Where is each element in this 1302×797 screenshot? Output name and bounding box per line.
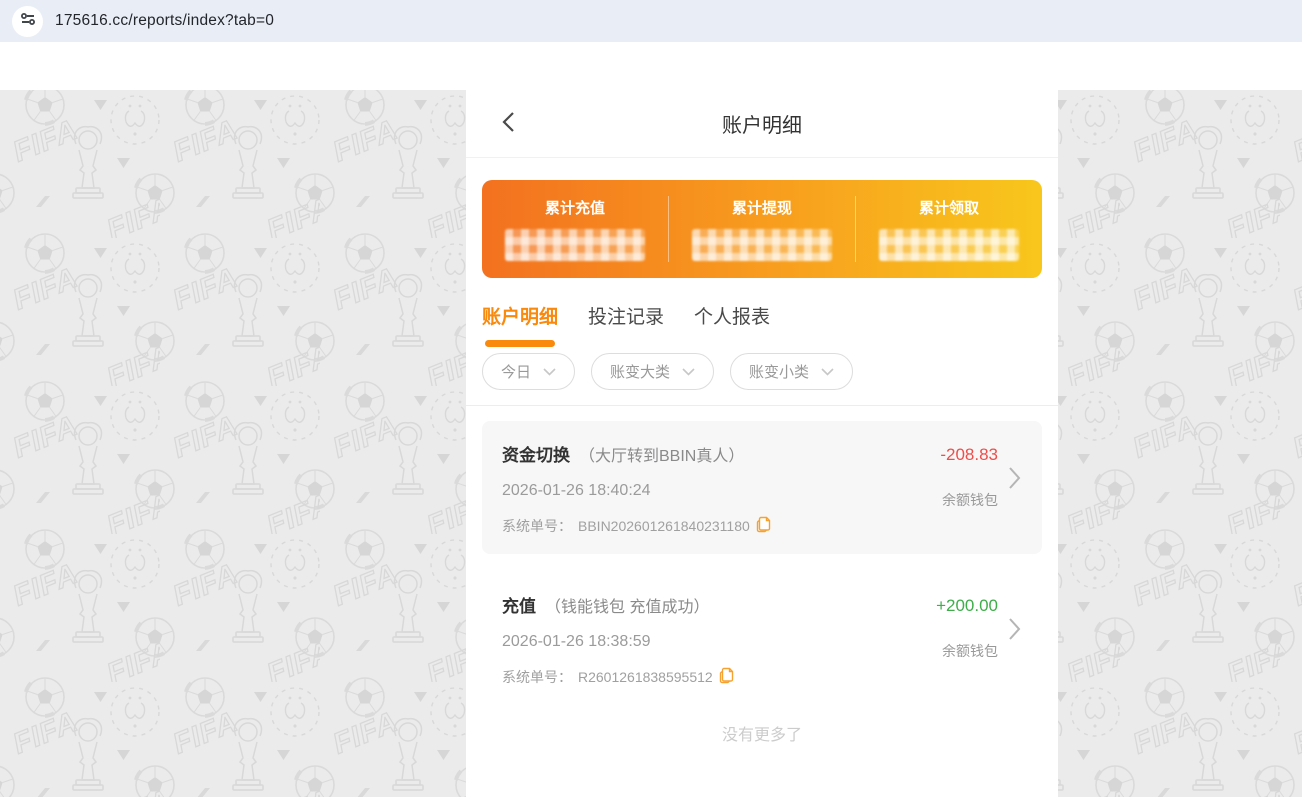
- chevron-down-icon: [682, 363, 695, 380]
- transaction-info: 资金切换 （大厅转到BBIN真人） 2026-01-26 18:40:24 系统…: [502, 441, 940, 536]
- order-label: 系统单号：: [502, 516, 572, 536]
- transaction-type: 资金切换: [502, 441, 570, 466]
- tab-bar: 账户明细 投注记录 个人报表: [466, 304, 1058, 347]
- summary-label: 累计充值: [545, 197, 605, 218]
- transaction-subtitle: （大厅转到BBIN真人）: [579, 442, 744, 466]
- transaction-type: 充值: [502, 592, 536, 617]
- transaction-amount: +200.00: [936, 596, 998, 616]
- filters-row: 今日 账变大类 账变小类: [466, 347, 1058, 406]
- wallet-name: 余额钱包: [942, 641, 998, 661]
- transaction-datetime: 2026-01-26 18:38:59: [502, 633, 936, 651]
- filter-label: 今日: [501, 361, 531, 382]
- page-viewport: FIFA: [0, 90, 1302, 797]
- masked-value: [692, 229, 832, 261]
- transaction-subtitle: （钱能钱包 充值成功）: [545, 593, 709, 617]
- masked-value: [879, 229, 1019, 261]
- tune-icon: [20, 11, 36, 32]
- summary-total-deposit: 累计充值: [482, 180, 668, 278]
- tab-bet-records[interactable]: 投注记录: [588, 304, 664, 347]
- site-settings-button[interactable]: [12, 6, 43, 37]
- back-button[interactable]: [494, 110, 522, 138]
- wallet-name: 余额钱包: [942, 490, 998, 510]
- browser-url-bar[interactable]: 175616.cc/reports/index?tab=0: [0, 0, 1302, 42]
- summary-total-claim: 累计领取: [856, 180, 1042, 278]
- order-number: BBIN202601261840231180: [578, 518, 750, 534]
- chevron-right-icon[interactable]: [1006, 466, 1022, 490]
- copy-order-button[interactable]: [719, 667, 734, 687]
- chevron-right-icon[interactable]: [1006, 617, 1022, 641]
- filter-label: 账变大类: [610, 361, 670, 382]
- transaction-list: 资金切换 （大厅转到BBIN真人） 2026-01-26 18:40:24 系统…: [466, 406, 1058, 745]
- panel-header: 账户明细: [466, 90, 1058, 158]
- summary-total-withdraw: 累计提现: [669, 180, 855, 278]
- summary-label: 累计提现: [732, 197, 792, 218]
- tab-label: 个人报表: [694, 304, 770, 331]
- filter-minor-category-dropdown[interactable]: 账变小类: [730, 353, 853, 390]
- transaction-row[interactable]: 资金切换 （大厅转到BBIN真人） 2026-01-26 18:40:24 系统…: [482, 421, 1042, 554]
- active-tab-underline: [485, 340, 555, 347]
- tab-account-detail[interactable]: 账户明细: [482, 304, 558, 347]
- transaction-row[interactable]: 充值 （钱能钱包 充值成功） 2026-01-26 18:38:59 系统单号：…: [482, 572, 1042, 705]
- page-title: 账户明细: [722, 109, 802, 138]
- no-more-text: 没有更多了: [482, 721, 1042, 745]
- copy-icon: [719, 667, 734, 687]
- transaction-amount: -208.83: [940, 445, 998, 465]
- copy-order-button[interactable]: [756, 516, 771, 536]
- filter-date-dropdown[interactable]: 今日: [482, 353, 575, 390]
- url-text[interactable]: 175616.cc/reports/index?tab=0: [55, 12, 274, 30]
- account-detail-panel: 账户明细 累计充值 累计提现 累计领取 账户明细: [466, 90, 1058, 797]
- chevron-left-icon: [502, 111, 515, 136]
- summary-label: 累计领取: [919, 197, 979, 218]
- filter-label: 账变小类: [749, 361, 809, 382]
- transaction-amount-block: -208.83 余额钱包: [940, 441, 1022, 510]
- tab-label: 账户明细: [482, 304, 558, 331]
- page-top-strip: [0, 42, 1302, 90]
- tab-personal-report[interactable]: 个人报表: [694, 304, 770, 347]
- transaction-amount-block: +200.00 余额钱包: [936, 592, 1022, 661]
- transaction-info: 充值 （钱能钱包 充值成功） 2026-01-26 18:38:59 系统单号：…: [502, 592, 936, 687]
- transaction-datetime: 2026-01-26 18:40:24: [502, 482, 940, 500]
- masked-value: [505, 229, 645, 261]
- chevron-down-icon: [821, 363, 834, 380]
- order-number: R2601261838595512: [578, 669, 713, 685]
- filter-major-category-dropdown[interactable]: 账变大类: [591, 353, 714, 390]
- tab-label: 投注记录: [588, 304, 664, 331]
- copy-icon: [756, 516, 771, 536]
- order-label: 系统单号：: [502, 667, 572, 687]
- summary-card: 累计充值 累计提现 累计领取: [482, 180, 1042, 278]
- chevron-down-icon: [543, 363, 556, 380]
